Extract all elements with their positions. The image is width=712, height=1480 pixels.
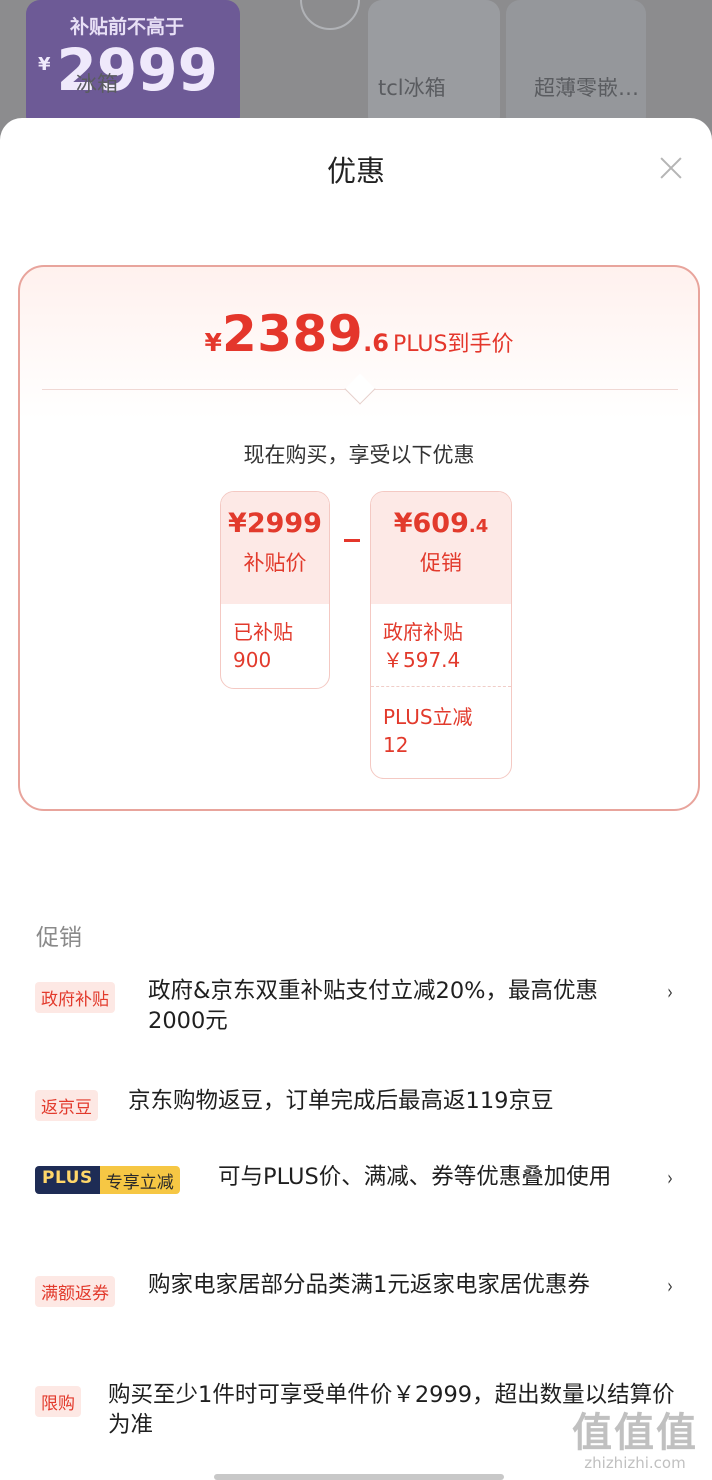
discount-sheet: 优惠 ¥2389.6 PLUS到手价 现在购买，享受以下优惠 ¥2999 补贴价 … [0,118,712,1480]
sheet-title: 优惠 [326,154,385,188]
background-tile [368,0,500,130]
promotion-amount: ¥609.4 [393,508,489,539]
promotion-label: 促销 [420,551,462,575]
chevron-right-icon[interactable]: › [667,1274,673,1298]
background-label: tcl冰箱 [378,76,446,100]
background-card-price: ¥2999 [38,36,218,104]
subsidized-label: 已补贴 [233,620,293,644]
final-price: ¥2389.6 PLUS到手价 [204,305,514,363]
background-label: 超薄零嵌… [534,76,639,100]
promotion-row-coupon[interactable]: 满额返券 购家电家居部分品类满1元返家电家居优惠券 › [0,1270,712,1340]
subsidy-price-box: ¥2999 补贴价 已补贴 900 [220,491,330,689]
promotions-section-label: 促销 [36,925,82,951]
background-tile [506,0,646,130]
promotion-row-jd-beans: 返京豆 京东购物返豆，订单完成后最高返119京豆 [0,1086,712,1126]
promotion-box: ¥609.4 促销 政府补贴 ￥597.4 PLUS立减 12 [370,491,512,779]
subsidy-price-label: 补贴价 [243,551,307,575]
background-circle-icon [300,0,360,30]
background-label: 冰箱 [76,72,118,96]
promotion-text: 购家电家居部分品类满1元返家电家居优惠券 [148,1272,590,1298]
promotion-badge: 满额返券 [35,1276,115,1307]
promotion-badge: 政府补贴 [35,982,115,1013]
subsidized-amount: 900 [233,648,272,672]
plus-exclusive-badge: PLUS 专享立减 [35,1166,180,1194]
promotion-row-gov-subsidy[interactable]: 政府补贴 政府&京东双重补贴支付立减20%，最高优惠2000元 › [0,976,712,1046]
plus-discount-item: PLUS立减 12 [383,705,473,757]
home-indicator[interactable] [214,1474,504,1480]
watermark: 值值值 zhizhizhi.com [572,1410,698,1472]
promotion-text: 可与PLUS价、满减、券等优惠叠加使用 [218,1164,612,1190]
subsidy-price-amount: ¥2999 [228,508,322,539]
minus-sign [344,539,360,542]
chevron-right-icon[interactable]: › [667,1166,673,1190]
plus-logo: PLUS [35,1166,100,1194]
plus-badge-label: 专享立减 [99,1166,180,1194]
gov-subsidy-item: 政府补贴 ￥597.4 [383,620,463,672]
price-summary-card: ¥2389.6 PLUS到手价 现在购买，享受以下优惠 ¥2999 补贴价 已补贴… [18,265,700,811]
summary-subhead: 现在购买，享受以下优惠 [243,443,475,467]
divider-notch [344,373,376,405]
chevron-right-icon[interactable]: › [667,980,673,1004]
close-icon[interactable] [654,152,688,186]
plus-price-tag: PLUS到手价 [392,332,514,357]
promotion-badge: 返京豆 [35,1090,98,1121]
promotion-text: 政府&京东双重补贴支付立减20%，最高优惠2000元 [148,978,599,1034]
background-card-subtitle: 补贴前不高于 [70,16,185,38]
promotion-row-plus[interactable]: PLUS 专享立减 可与PLUS价、满减、券等优惠叠加使用 › [0,1162,712,1232]
promotion-text: 京东购物返豆，订单完成后最高返119京豆 [128,1088,554,1114]
promotion-badge: 限购 [35,1386,81,1417]
background-product-card: 补贴前不高于 ¥2999 [26,0,240,130]
